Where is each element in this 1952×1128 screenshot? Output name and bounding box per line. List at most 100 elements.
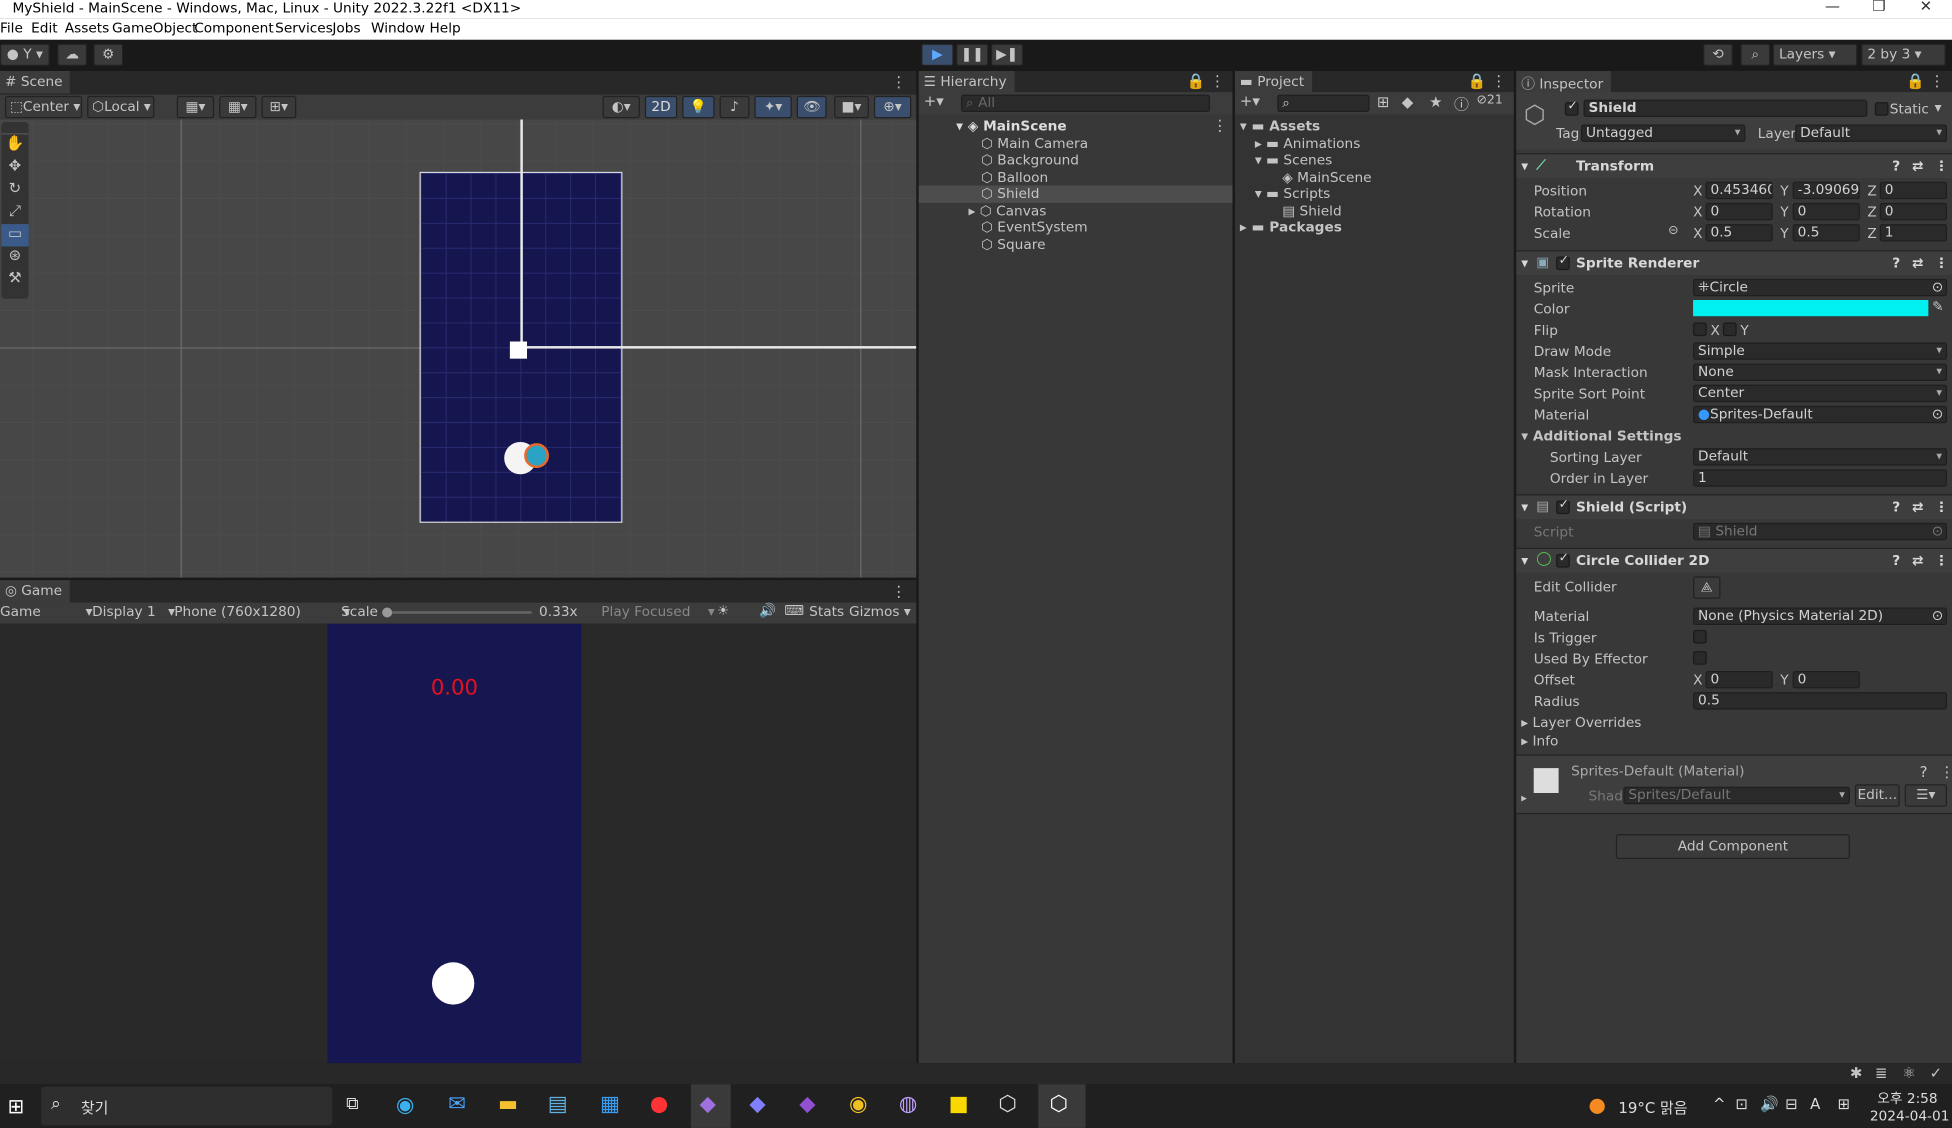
scale-tool-icon[interactable]: ⤢ — [1, 202, 28, 224]
effects-icon[interactable]: ✦▾ — [754, 95, 792, 119]
minimize-icon[interactable]: — — [1825, 0, 1840, 15]
clock-time[interactable]: 오후 2:58 — [1877, 1088, 1937, 1108]
position-z-field[interactable]: 0 — [1879, 181, 1948, 200]
more-icon[interactable]: ⋮ — [891, 583, 906, 600]
order-in-layer-field[interactable]: 1 — [1693, 469, 1948, 487]
edge-icon[interactable]: ◉ — [396, 1093, 414, 1118]
cloud-icon[interactable]: ☁ — [57, 43, 88, 66]
search-icon[interactable]: ⌕ — [1740, 43, 1771, 66]
more-icon[interactable]: ⋮ — [1935, 499, 1949, 515]
task-view-icon[interactable]: ⧉ — [346, 1094, 358, 1114]
play-focused-dropdown[interactable]: Play Focused ▾ — [601, 604, 714, 620]
discord-icon[interactable]: ◍ — [899, 1092, 917, 1117]
tab-inspector[interactable]: ⓘ Inspector — [1516, 70, 1611, 94]
static-checkbox[interactable] — [1874, 102, 1889, 116]
position-x-field[interactable]: 0.4534603 — [1705, 181, 1773, 200]
sprite-field[interactable]: ⁜Circle ⊙ — [1693, 278, 1948, 297]
offset-x-field[interactable]: 0 — [1705, 671, 1773, 689]
layer-overrides-foldout[interactable]: ▸ Layer Overrides — [1521, 715, 1641, 731]
close-icon[interactable]: ✕ — [1920, 0, 1933, 15]
more-icon[interactable]: ⋮ — [1935, 553, 1949, 569]
position-y-field[interactable]: -3.090693 — [1792, 181, 1860, 200]
lock-icon[interactable]: 🔒 — [1906, 72, 1925, 89]
account-button[interactable]: ● Y ▾ — [0, 43, 50, 66]
visibility-icon[interactable]: 👁 — [796, 95, 827, 119]
visual-studio-icon[interactable]: ◆ — [700, 1092, 716, 1117]
weather-text[interactable]: 19°C 맑음 — [1618, 1097, 1687, 1118]
tray-overflow-icon[interactable]: ^ — [1713, 1096, 1726, 1113]
list-item[interactable]: ⬡ Shield — [981, 185, 1039, 201]
active-checkbox[interactable] — [1564, 100, 1579, 116]
list-item[interactable]: ⬡ EventSystem — [981, 219, 1088, 235]
draw-mode-dropdown[interactable]: Simple — [1693, 342, 1948, 360]
object-picker-icon[interactable]: ⊙ — [1932, 280, 1943, 295]
stats-button[interactable]: Stats — [809, 604, 844, 620]
custom-tool-icon[interactable]: ⚒ — [1, 269, 28, 291]
additional-settings-foldout[interactable]: ▾ Additional Settings — [1521, 428, 1681, 444]
help-icon[interactable]: ? — [1892, 553, 1900, 569]
audio-icon[interactable]: ♪ — [719, 95, 750, 119]
menu-help[interactable]: Help — [429, 20, 460, 36]
store-icon[interactable]: ▦ — [600, 1092, 620, 1117]
tag-dropdown[interactable]: Untagged — [1581, 124, 1746, 142]
sort-point-dropdown[interactable]: Center — [1693, 384, 1948, 403]
object-picker-icon[interactable]: ⊙ — [1932, 407, 1943, 422]
material-field[interactable]: ●Sprites-Default ⊙ — [1693, 405, 1948, 424]
camera-gizmo-icon[interactable]: ■ — [508, 336, 529, 362]
tree-item-scenes[interactable]: ▾ ▬ Scenes — [1255, 152, 1332, 168]
preset-icon[interactable]: ⇄ — [1912, 158, 1923, 174]
space-dropdown[interactable]: ⬡Local ▾ — [87, 95, 155, 119]
preset-icon[interactable]: ⇄ — [1912, 255, 1923, 271]
help-icon[interactable]: ? — [1892, 158, 1900, 174]
display-tray-icon[interactable]: ⊟ — [1785, 1096, 1798, 1113]
tab-game[interactable]: ◎ Game — [0, 580, 70, 603]
draw-mode-icon[interactable]: ◐▾ — [602, 95, 640, 119]
step-button[interactable]: ▶❚ — [990, 43, 1024, 66]
rotation-x-field[interactable]: 0 — [1705, 202, 1773, 221]
move-tool-icon[interactable]: ✥ — [1, 157, 28, 179]
ime-icon[interactable]: A — [1810, 1096, 1820, 1113]
mute-icon[interactable]: 🔊 — [759, 603, 776, 619]
list-item[interactable]: ⬡ Background — [981, 152, 1079, 168]
offset-y-field[interactable]: 0 — [1792, 671, 1860, 689]
layer-dropdown[interactable]: Default — [1795, 124, 1948, 142]
toolhandle-icon[interactable]: ⊞▾ — [261, 95, 297, 119]
preset-icon[interactable]: ⇄ — [1912, 553, 1923, 569]
menu-file[interactable]: File — [0, 20, 23, 36]
tree-item-mainscene[interactable]: ◈ MainScene — [1282, 169, 1371, 185]
is-trigger-checkbox[interactable] — [1693, 629, 1707, 644]
list-item[interactable]: ⬡ Main Camera — [981, 136, 1088, 152]
used-by-effector-checkbox[interactable] — [1693, 651, 1707, 665]
check-icon[interactable]: ✓ — [1930, 1064, 1943, 1081]
help-icon[interactable]: ? — [1892, 499, 1900, 515]
rotate-tool-icon[interactable]: ↻ — [1, 179, 28, 201]
network-icon[interactable]: ⚛ — [1902, 1064, 1915, 1081]
scale-slider[interactable] — [382, 607, 532, 618]
layout-dropdown[interactable]: 2 by 3 ▾ — [1861, 43, 1946, 66]
mail-icon[interactable]: ✉ — [448, 1092, 466, 1117]
collider-header[interactable]: ▾ ◯ Circle Collider 2D ? ⇄ ⋮ — [1516, 547, 1952, 573]
tree-item-assets[interactable]: ▾ ▬ Assets — [1240, 118, 1320, 134]
network-tray-icon[interactable]: ⊡ — [1735, 1096, 1748, 1113]
increment-snap-icon[interactable]: ▦▾ — [219, 95, 257, 119]
shader-menu-button[interactable]: ☰▾ — [1904, 784, 1948, 807]
transform-tool-icon[interactable]: ⊛ — [1, 246, 28, 268]
script-header[interactable]: ▾ ▤ Shield (Script) ? ⇄ ⋮ — [1516, 494, 1952, 520]
collider-enabled[interactable] — [1556, 551, 1570, 568]
menu-assets[interactable]: Assets — [65, 20, 110, 36]
menu-component[interactable]: Component — [194, 20, 274, 36]
play-button[interactable]: ▶ — [921, 43, 954, 66]
add-button[interactable]: +▾ — [924, 92, 944, 109]
pivot-dropdown[interactable]: ⬚Center ▾ — [4, 95, 83, 119]
more-icon[interactable]: ⋮ — [1935, 158, 1949, 174]
object-name-field[interactable]: Shield — [1583, 99, 1868, 118]
add-component-button[interactable]: Add Component — [1615, 834, 1850, 859]
scale-x-field[interactable]: 0.5 — [1705, 224, 1773, 242]
shield-sprite[interactable] — [524, 443, 550, 469]
tree-item-scripts[interactable]: ▾ ▬ Scripts — [1255, 185, 1330, 201]
tree-item-packages[interactable]: ▸ ▬ Packages — [1240, 219, 1342, 235]
file-explorer-icon[interactable]: ▬ — [498, 1092, 518, 1117]
static-dropdown[interactable]: ▾ — [1935, 100, 1942, 116]
windows-start-icon[interactable]: ⊞ — [7, 1094, 24, 1118]
hand-tool-icon[interactable]: ✋ — [1, 134, 28, 156]
